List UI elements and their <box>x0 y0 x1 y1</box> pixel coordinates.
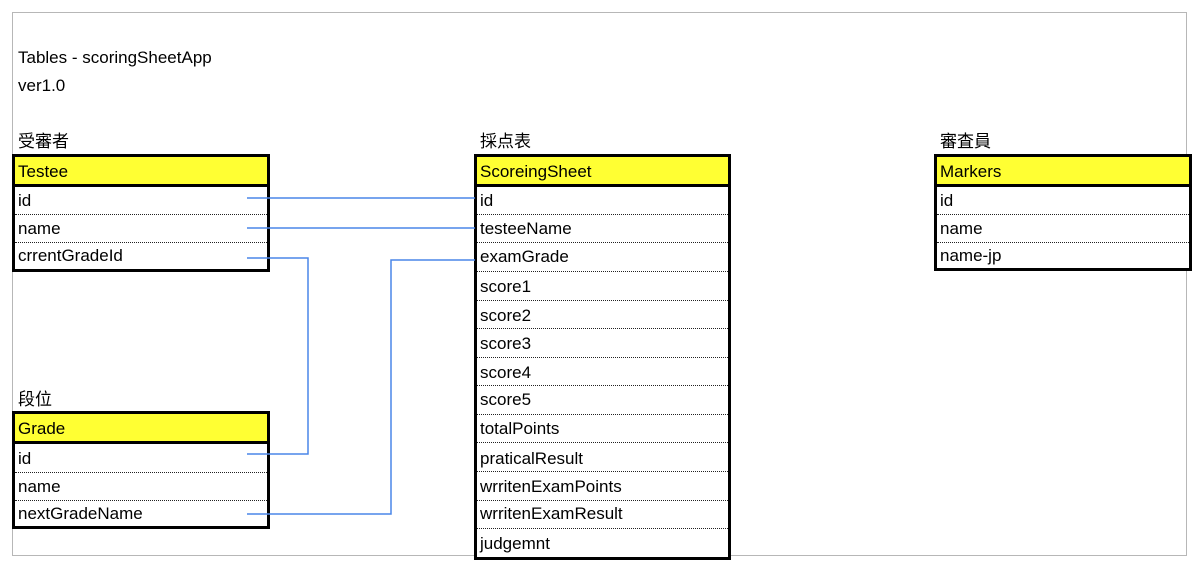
scoring-sheet-field-score3: score3 <box>477 329 728 358</box>
testee-table-name: Testee <box>15 157 267 187</box>
grade-table-name: Grade <box>15 414 267 444</box>
testee-field-id: id <box>15 187 267 215</box>
grade-table: Grade id name nextGradeName <box>12 411 270 529</box>
scoring-sheet-field-score2: score2 <box>477 301 728 329</box>
scoring-sheet-field-id: id <box>477 187 728 215</box>
testee-table: Testee id name crrentGradeId <box>12 154 270 272</box>
scoring-sheet-field-wrritenexamresult: wrritenExamResult <box>477 501 728 529</box>
testee-caption: 受審者 <box>18 132 69 152</box>
grade-field-nextgradename: nextGradeName <box>18 504 143 523</box>
markers-caption: 審査員 <box>940 132 991 152</box>
markers-table-name: Markers <box>937 157 1189 187</box>
scoring-sheet-caption: 採点表 <box>480 132 531 152</box>
scoring-sheet-field-testeename: testeeName <box>477 215 728 243</box>
testee-field-name: name <box>15 215 267 243</box>
scoring-sheet-field-totalpoints: totalPoints <box>477 415 728 443</box>
grade-caption: 段位 <box>18 390 52 410</box>
scoring-sheet-field-wrritenexampoints: wrritenExamPoints <box>477 472 728 501</box>
scoring-sheet-field-praticalresult: praticalResult <box>477 443 728 472</box>
markers-field-id: id <box>937 187 1189 215</box>
scoring-sheet-table: ScoreingSheet id testeeName examGrade sc… <box>474 154 731 560</box>
document-title: Tables - scoringSheetApp <box>18 48 212 67</box>
scoring-sheet-field-examgrade: examGrade <box>477 243 728 272</box>
scoring-sheet-field-score4: score4 <box>477 358 728 386</box>
grade-field-name: name <box>15 473 267 501</box>
testee-field-crrentgradeid: crrentGradeId <box>18 246 123 265</box>
markers-field-name: name <box>937 215 1189 243</box>
scoring-sheet-field-judgemnt: judgemnt <box>480 534 550 553</box>
scoring-sheet-field-score1: score1 <box>477 272 728 301</box>
document-version: ver1.0 <box>18 76 66 95</box>
scoring-sheet-field-score5: score5 <box>477 386 728 415</box>
grade-field-id: id <box>15 444 267 473</box>
markers-table: Markers id name name-jp <box>934 154 1192 271</box>
scoring-sheet-table-name: ScoreingSheet <box>477 157 728 187</box>
markers-field-name-jp: name-jp <box>940 246 1002 265</box>
